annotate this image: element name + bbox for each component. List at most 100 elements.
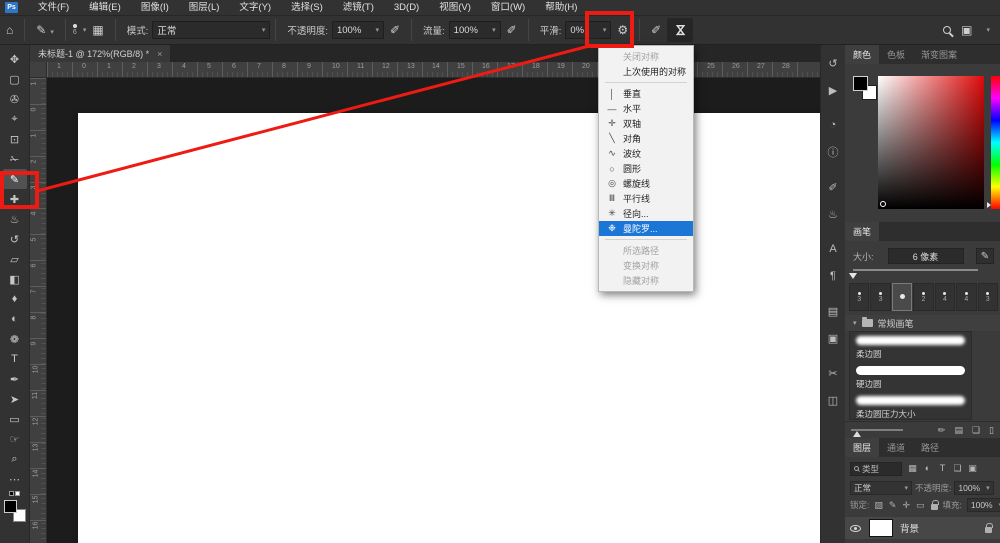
eraser-tool[interactable]: ▱: [3, 249, 27, 269]
home-icon[interactable]: ⌂: [0, 23, 19, 37]
layer-row-background[interactable]: 背景: [845, 517, 1000, 539]
menu-item-波纹[interactable]: ∿波纹: [599, 146, 693, 161]
menu-item-3D(D)[interactable]: 3D(D): [384, 0, 429, 15]
brush-stroke-preview-icon[interactable]: ✏: [938, 425, 946, 436]
brush-group-row[interactable]: ▾ 常规画笔: [845, 315, 1000, 331]
clone-stamp-tool[interactable]: ♨: [3, 209, 27, 229]
paint-symmetry-button[interactable]: ⋈: [667, 18, 693, 42]
crop-tool[interactable]: ⊡: [3, 129, 27, 149]
chevron-down-icon[interactable]: ▾: [853, 319, 857, 327]
menu-item-对角[interactable]: ╲对角: [599, 131, 693, 146]
shape-tool[interactable]: ▭: [3, 409, 27, 429]
character-icon[interactable]: A: [823, 239, 843, 259]
brush-settings-icon[interactable]: ✐: [823, 177, 843, 197]
document-tab[interactable]: 未标题-1 @ 172%(RGB/8) * ×: [30, 45, 170, 62]
dodge-tool[interactable]: ◐: [3, 309, 27, 329]
tab-通道[interactable]: 通道: [879, 438, 913, 457]
menu-item-双轴[interactable]: ✛双轴: [599, 116, 693, 131]
recent-brush-cell[interactable]: 3: [849, 283, 869, 311]
spot-healing-tool[interactable]: ✚: [3, 189, 27, 209]
swap-colors-icon[interactable]: [9, 491, 20, 496]
recent-brush-cell[interactable]: 4: [935, 283, 955, 311]
tool-presets-icon[interactable]: ✂: [823, 363, 843, 383]
color-picker-ring[interactable]: [880, 201, 886, 207]
lock-transparent-icon[interactable]: ▨: [874, 500, 883, 511]
menu-item-滤镜(T)[interactable]: 滤镜(T): [333, 0, 384, 15]
actions-icon[interactable]: ▶: [823, 80, 843, 100]
tab-渐变图案[interactable]: 渐变图案: [913, 45, 965, 64]
opacity-select[interactable]: 100%▾: [332, 21, 384, 39]
edit-toolbar[interactable]: ⋯: [3, 469, 27, 489]
recent-brush-cell[interactable]: 2: [913, 283, 933, 311]
type-filter-icon[interactable]: T: [936, 463, 949, 474]
menu-item-帮助(H)[interactable]: 帮助(H): [535, 0, 587, 15]
lock-move-icon[interactable]: ✛: [902, 500, 910, 511]
pixel-filter-icon[interactable]: ▦: [906, 463, 919, 474]
eyedropper-tool[interactable]: ✁: [3, 149, 27, 169]
brush-preset-picker[interactable]: 6: [71, 24, 79, 36]
smart-object-filter-icon[interactable]: ▣: [966, 463, 979, 474]
menu-item-螺旋线[interactable]: ◎螺旋线: [599, 176, 693, 191]
type-tool[interactable]: T: [3, 349, 27, 369]
foreground-color-swatch[interactable]: [4, 500, 17, 513]
hue-slider[interactable]: [991, 76, 1000, 209]
close-icon[interactable]: ×: [157, 49, 162, 59]
lock-paint-icon[interactable]: ✎: [889, 500, 897, 511]
glyphs-icon[interactable]: ▤: [823, 301, 843, 321]
brush-size-slider[interactable]: [853, 269, 978, 271]
brush-size-field[interactable]: 6 像素: [888, 248, 964, 264]
notes-icon[interactable]: ▣: [823, 328, 843, 348]
zoom-tool[interactable]: ⌕: [3, 449, 27, 469]
menu-item-径向[interactable]: ✳径向...: [599, 206, 693, 221]
new-group-icon[interactable]: ▤: [954, 425, 963, 436]
menu-item-图像(I)[interactable]: 图像(I): [131, 0, 179, 15]
gear-icon[interactable]: ⚙: [611, 23, 634, 37]
lock-artboard-icon[interactable]: ▭: [916, 500, 925, 511]
brush-preset-list[interactable]: 柔边圆硬边圆柔边圆压力大小: [849, 331, 972, 420]
color-swatches[interactable]: [4, 500, 26, 522]
marquee-tool[interactable]: ▢: [3, 69, 27, 89]
menu-item-编辑(E)[interactable]: 编辑(E): [79, 0, 131, 15]
menu-item-平行线[interactable]: Ⅲ平行线: [599, 191, 693, 206]
menu-item-垂直[interactable]: │垂直: [599, 86, 693, 101]
menu-item-圆形[interactable]: ○圆形: [599, 161, 693, 176]
foreground-color-swatch[interactable]: [853, 76, 868, 91]
tab-颜色[interactable]: 颜色: [845, 45, 879, 64]
delete-brush-icon[interactable]: ▯: [989, 425, 994, 436]
recent-brush-cell[interactable]: 4: [956, 283, 976, 311]
shape-filter-icon[interactable]: ❏: [951, 463, 964, 474]
object-selection-tool[interactable]: ⌖: [3, 109, 27, 129]
clone-source-icon[interactable]: ♨: [823, 204, 843, 224]
brush-tool[interactable]: ✎: [3, 169, 27, 189]
brush-angle-slider[interactable]: [851, 429, 903, 431]
canvas-viewport[interactable]: [47, 78, 820, 543]
smudge-tool[interactable]: ❁: [3, 329, 27, 349]
layer-opacity-field[interactable]: 100%▾: [954, 481, 993, 495]
paragraph-icon[interactable]: ¶: [823, 266, 843, 286]
snapshot-icon[interactable]: ◫: [823, 390, 843, 410]
brush-angle-thumb[interactable]: [853, 431, 861, 437]
saturation-brightness-field[interactable]: [878, 76, 984, 209]
history-icon[interactable]: ↺: [823, 53, 843, 73]
search-icon[interactable]: [943, 26, 951, 34]
top-ruler[interactable]: 1012345678910111213141516171819202122232…: [47, 62, 820, 78]
recent-brush-cell[interactable]: 3: [870, 283, 890, 311]
pressure-opacity-icon[interactable]: ✐: [384, 23, 406, 37]
hand-tool[interactable]: ☞: [3, 429, 27, 449]
menu-item-视图(V)[interactable]: 视图(V): [429, 0, 481, 15]
brush-preset-item[interactable]: 硬边圆: [856, 366, 965, 390]
blend-mode-select[interactable]: 正常▾: [850, 481, 912, 495]
brush-preset-item[interactable]: 柔边圆压力大小: [856, 396, 965, 420]
lasso-tool[interactable]: ✇: [3, 89, 27, 109]
gradient-tool[interactable]: ◧: [3, 269, 27, 289]
layer-visibility-eye-icon[interactable]: [850, 525, 861, 532]
brush-preset-item[interactable]: 柔边圆: [856, 336, 965, 360]
pen-tool[interactable]: ✒: [3, 369, 27, 389]
history-brush-tool[interactable]: ↺: [3, 229, 27, 249]
tab-路径[interactable]: 路径: [913, 438, 947, 457]
info-icon[interactable]: ⓘ: [823, 142, 843, 162]
fill-field[interactable]: 100%▾: [967, 498, 1000, 512]
new-brush-icon[interactable]: ❏: [972, 425, 980, 436]
menu-item-上次使用的对称[interactable]: 上次使用的对称: [599, 64, 693, 79]
tab-brushes[interactable]: 画笔: [845, 222, 879, 241]
